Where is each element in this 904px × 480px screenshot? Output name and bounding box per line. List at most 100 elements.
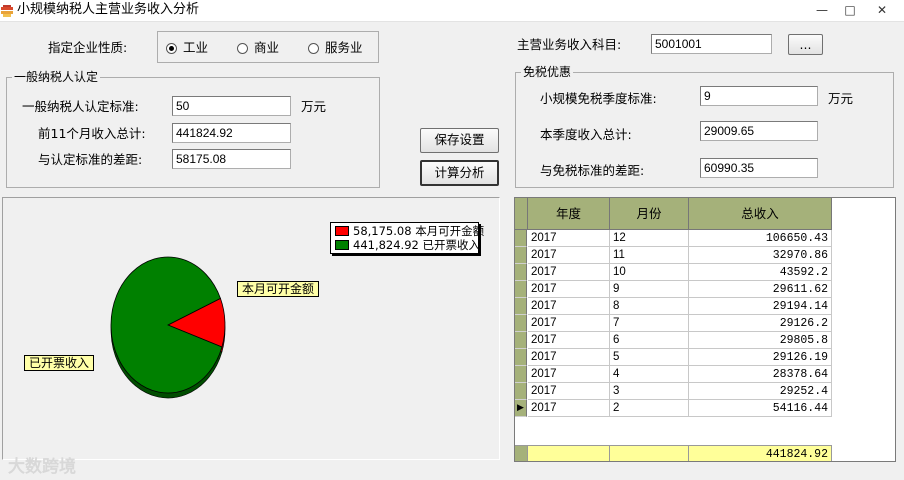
legend-value-red: 58,175.08 <box>353 224 412 238</box>
row-indicator[interactable] <box>515 264 527 281</box>
row-indicator[interactable] <box>515 332 527 349</box>
radio-commerce[interactable]: 商业 <box>237 40 279 56</box>
table-corner <box>515 198 528 230</box>
cell-month[interactable]: 5 <box>610 349 689 366</box>
legend-swatch-red <box>335 226 349 236</box>
cell-total[interactable]: 43592.2 <box>689 264 832 281</box>
general-standard-unit: 万元 <box>301 99 327 114</box>
cell-year[interactable]: 2017 <box>528 383 610 400</box>
close-button[interactable]: ✕ <box>868 0 896 20</box>
column-header-total[interactable]: 总收入 <box>689 198 832 230</box>
cell-year[interactable]: 2017 <box>528 281 610 298</box>
callout-invoiced: 已开票收入 <box>24 355 95 371</box>
pie-chart <box>110 256 226 399</box>
income-table[interactable]: 年度 月份 总收入 2017 12 106650.43 2017 11 32970.86 2… <box>514 197 896 462</box>
general-gap-label: 与认定标准的差距: <box>38 152 143 167</box>
tax-exempt-title: 免税优惠 <box>521 65 574 79</box>
footer-month <box>610 445 689 461</box>
cell-month[interactable]: 9 <box>610 281 689 298</box>
cell-year[interactable]: 2017 <box>528 366 610 383</box>
cell-total[interactable]: 29805.8 <box>689 332 832 349</box>
radio-service-label: 服务业 <box>325 40 363 55</box>
legend-item-green: 441,824.92 已开票收入 <box>331 238 481 252</box>
row-indicator[interactable] <box>515 383 527 400</box>
footer-total: 441824.92 <box>689 445 832 461</box>
subject-field[interactable]: 5001001 <box>651 34 772 54</box>
legend-value-green: 441,824.92 <box>353 238 419 252</box>
cell-total[interactable]: 29252.4 <box>689 383 832 400</box>
cell-total[interactable]: 32970.86 <box>689 247 832 264</box>
cell-total[interactable]: 28378.64 <box>689 366 832 383</box>
row-indicator[interactable] <box>515 298 527 315</box>
cell-month[interactable]: 2 <box>610 400 689 417</box>
watermark: 大数跨境 <box>8 457 76 477</box>
exempt-gap-label: 与免税标准的差距: <box>540 163 645 178</box>
legend-swatch-green <box>335 240 349 250</box>
radio-industry-label: 工业 <box>183 40 209 55</box>
cell-total[interactable]: 106650.43 <box>689 230 832 247</box>
maximize-button[interactable]: □ <box>836 0 864 20</box>
general-total-label: 前11个月收入总计: <box>38 126 146 141</box>
column-header-year[interactable]: 年度 <box>528 198 610 230</box>
footer-indicator <box>515 445 528 461</box>
row-indicator[interactable] <box>515 230 527 247</box>
exempt-standard-unit: 万元 <box>828 91 854 106</box>
cell-year[interactable]: 2017 <box>528 298 610 315</box>
cell-month[interactable]: 8 <box>610 298 689 315</box>
minimize-button[interactable]: — <box>808 0 836 20</box>
row-indicator[interactable] <box>515 366 527 383</box>
cell-year[interactable]: 2017 <box>528 264 610 281</box>
title-bar: 小规模纳税人主营业务收入分析 — □ ✕ <box>0 0 904 22</box>
cell-total[interactable]: 29611.62 <box>689 281 832 298</box>
cell-total[interactable]: 29126.19 <box>689 349 832 366</box>
cell-month[interactable]: 6 <box>610 332 689 349</box>
cell-year[interactable]: 2017 <box>528 349 610 366</box>
cell-month[interactable]: 3 <box>610 383 689 400</box>
radio-service-circle[interactable] <box>308 42 319 54</box>
calculate-button[interactable]: 计算分析 <box>420 160 499 186</box>
cell-total[interactable]: 29126.2 <box>689 315 832 332</box>
cell-month[interactable]: 10 <box>610 264 689 281</box>
subject-browse-button[interactable]: ... <box>788 34 823 55</box>
enterprise-type-label: 指定企业性质: <box>48 40 128 55</box>
cell-year[interactable]: 2017 <box>528 230 610 247</box>
save-settings-button[interactable]: 保存设置 <box>420 128 499 153</box>
exempt-standard-field[interactable]: 9 <box>700 86 818 106</box>
column-header-month[interactable]: 月份 <box>610 198 689 230</box>
row-indicator[interactable] <box>515 315 527 332</box>
row-indicator[interactable] <box>515 349 527 366</box>
general-taxpayer-title: 一般纳税人认定 <box>12 70 101 84</box>
radio-industry[interactable]: 工业 <box>166 40 208 56</box>
legend-item-red: 58,175.08 本月可开金额 <box>331 224 484 238</box>
row-indicator[interactable] <box>515 281 527 298</box>
legend-name-green: 已开票收入 <box>422 238 481 252</box>
chart-legend: 58,175.08 本月可开金额 441,824.92 已开票收入 <box>330 222 484 254</box>
cell-year[interactable]: 2017 <box>528 247 610 264</box>
exempt-quarter-field[interactable]: 29009.65 <box>700 121 818 141</box>
cell-month[interactable]: 11 <box>610 247 689 264</box>
radio-commerce-circle[interactable] <box>237 42 248 54</box>
exempt-standard-label: 小规模免税季度标准: <box>540 91 657 106</box>
row-indicator[interactable] <box>515 247 527 264</box>
general-standard-field[interactable]: 50 <box>172 96 291 116</box>
app-icon <box>1 5 13 17</box>
cell-month[interactable]: 4 <box>610 366 689 383</box>
exempt-quarter-label: 本季度收入总计: <box>540 127 632 142</box>
radio-industry-circle[interactable] <box>166 42 177 54</box>
cell-year[interactable]: 2017 <box>528 400 610 417</box>
general-standard-label: 一般纳税人认定标准: <box>22 99 139 114</box>
exempt-gap-field[interactable]: 60990.35 <box>700 158 818 178</box>
enterprise-type-group: 工业 商业 服务业 <box>157 31 379 63</box>
cell-month[interactable]: 7 <box>610 315 689 332</box>
cell-total[interactable]: 29194.14 <box>689 298 832 315</box>
general-gap-field[interactable]: 58175.08 <box>172 149 291 169</box>
cell-month[interactable]: 12 <box>610 230 689 247</box>
cell-year[interactable]: 2017 <box>528 332 610 349</box>
general-total-field[interactable]: 441824.92 <box>172 123 291 143</box>
cell-total[interactable]: 54116.44 <box>689 400 832 417</box>
cell-year[interactable]: 2017 <box>528 315 610 332</box>
subject-label: 主营业务收入科目: <box>517 37 622 52</box>
callout-invoiceable: 本月可开金额 <box>237 281 320 297</box>
row-indicator[interactable]: ▶ <box>515 400 527 417</box>
radio-service[interactable]: 服务业 <box>308 40 363 56</box>
